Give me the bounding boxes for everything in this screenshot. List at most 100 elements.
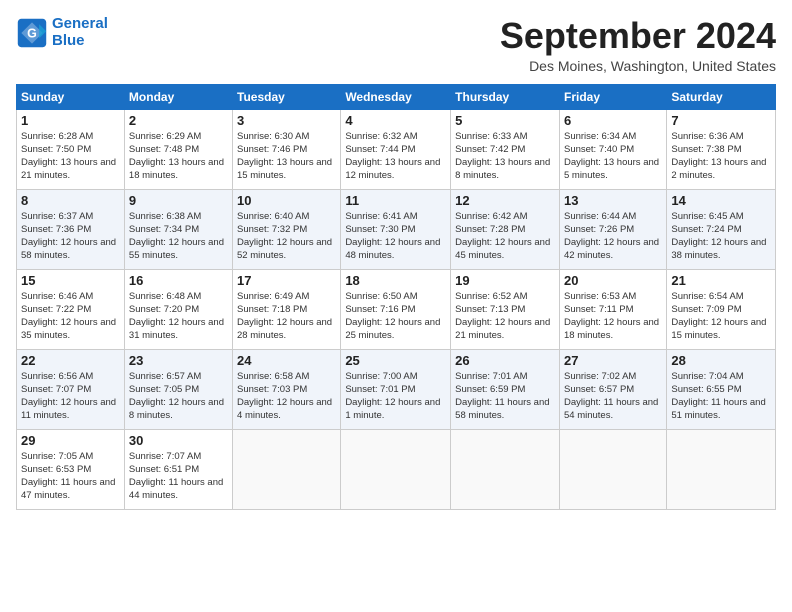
logo-text: General Blue xyxy=(52,16,108,49)
cell-content: Sunrise: 6:40 AMSunset: 7:32 PMDaylight:… xyxy=(237,211,332,262)
cell-content: Sunrise: 6:28 AMSunset: 7:50 PMDaylight:… xyxy=(21,131,116,182)
calendar-header-row: Sunday Monday Tuesday Wednesday Thursday… xyxy=(17,84,776,109)
col-sunday: Sunday xyxy=(17,84,125,109)
table-row: 19 Sunrise: 6:52 AMSunset: 7:13 PMDaylig… xyxy=(451,269,560,349)
day-number: 17 xyxy=(237,273,336,288)
col-thursday: Thursday xyxy=(451,84,560,109)
table-row: 21 Sunrise: 6:54 AMSunset: 7:09 PMDaylig… xyxy=(667,269,776,349)
day-number: 8 xyxy=(21,193,120,208)
cell-content: Sunrise: 6:42 AMSunset: 7:28 PMDaylight:… xyxy=(455,211,550,262)
table-row: 26 Sunrise: 7:01 AMSunset: 6:59 PMDaylig… xyxy=(451,349,560,429)
day-number: 18 xyxy=(345,273,446,288)
table-row: 28 Sunrise: 7:04 AMSunset: 6:55 PMDaylig… xyxy=(667,349,776,429)
day-number: 4 xyxy=(345,113,446,128)
table-row xyxy=(667,429,776,509)
day-number: 14 xyxy=(671,193,771,208)
page-container: G General Blue September 2024 Des Moines… xyxy=(0,0,792,518)
cell-content: Sunrise: 6:41 AMSunset: 7:30 PMDaylight:… xyxy=(345,211,440,262)
table-row: 17 Sunrise: 6:49 AMSunset: 7:18 PMDaylig… xyxy=(233,269,341,349)
table-row: 29 Sunrise: 7:05 AMSunset: 6:53 PMDaylig… xyxy=(17,429,125,509)
cell-content: Sunrise: 7:00 AMSunset: 7:01 PMDaylight:… xyxy=(345,371,440,422)
day-number: 27 xyxy=(564,353,662,368)
calendar-table: Sunday Monday Tuesday Wednesday Thursday… xyxy=(16,84,776,510)
day-number: 3 xyxy=(237,113,336,128)
page-header: G General Blue September 2024 Des Moines… xyxy=(16,16,776,74)
day-number: 6 xyxy=(564,113,662,128)
table-row: 18 Sunrise: 6:50 AMSunset: 7:16 PMDaylig… xyxy=(341,269,451,349)
day-number: 25 xyxy=(345,353,446,368)
day-number: 15 xyxy=(21,273,120,288)
table-row: 4 Sunrise: 6:32 AMSunset: 7:44 PMDayligh… xyxy=(341,109,451,189)
table-row xyxy=(451,429,560,509)
day-number: 30 xyxy=(129,433,228,448)
day-number: 16 xyxy=(129,273,228,288)
day-number: 11 xyxy=(345,193,446,208)
logo-icon: G xyxy=(16,17,48,49)
cell-content: Sunrise: 7:04 AMSunset: 6:55 PMDaylight:… xyxy=(671,371,765,422)
day-number: 23 xyxy=(129,353,228,368)
cell-content: Sunrise: 6:37 AMSunset: 7:36 PMDaylight:… xyxy=(21,211,116,262)
cell-content: Sunrise: 7:01 AMSunset: 6:59 PMDaylight:… xyxy=(455,371,549,422)
title-section: September 2024 Des Moines, Washington, U… xyxy=(500,16,776,74)
table-row: 23 Sunrise: 6:57 AMSunset: 7:05 PMDaylig… xyxy=(124,349,232,429)
table-row: 27 Sunrise: 7:02 AMSunset: 6:57 PMDaylig… xyxy=(559,349,666,429)
day-number: 12 xyxy=(455,193,555,208)
table-row: 9 Sunrise: 6:38 AMSunset: 7:34 PMDayligh… xyxy=(124,189,232,269)
day-number: 10 xyxy=(237,193,336,208)
calendar-row: 29 Sunrise: 7:05 AMSunset: 6:53 PMDaylig… xyxy=(17,429,776,509)
table-row: 2 Sunrise: 6:29 AMSunset: 7:48 PMDayligh… xyxy=(124,109,232,189)
cell-content: Sunrise: 7:05 AMSunset: 6:53 PMDaylight:… xyxy=(21,451,115,502)
table-row: 14 Sunrise: 6:45 AMSunset: 7:24 PMDaylig… xyxy=(667,189,776,269)
table-row xyxy=(233,429,341,509)
cell-content: Sunrise: 6:46 AMSunset: 7:22 PMDaylight:… xyxy=(21,291,116,342)
table-row: 7 Sunrise: 6:36 AMSunset: 7:38 PMDayligh… xyxy=(667,109,776,189)
cell-content: Sunrise: 6:49 AMSunset: 7:18 PMDaylight:… xyxy=(237,291,332,342)
day-number: 1 xyxy=(21,113,120,128)
calendar-row: 22 Sunrise: 6:56 AMSunset: 7:07 PMDaylig… xyxy=(17,349,776,429)
cell-content: Sunrise: 6:53 AMSunset: 7:11 PMDaylight:… xyxy=(564,291,659,342)
table-row: 8 Sunrise: 6:37 AMSunset: 7:36 PMDayligh… xyxy=(17,189,125,269)
col-tuesday: Tuesday xyxy=(233,84,341,109)
cell-content: Sunrise: 6:38 AMSunset: 7:34 PMDaylight:… xyxy=(129,211,224,262)
table-row xyxy=(559,429,666,509)
table-row: 22 Sunrise: 6:56 AMSunset: 7:07 PMDaylig… xyxy=(17,349,125,429)
cell-content: Sunrise: 6:57 AMSunset: 7:05 PMDaylight:… xyxy=(129,371,224,422)
cell-content: Sunrise: 6:32 AMSunset: 7:44 PMDaylight:… xyxy=(345,131,440,182)
calendar-row: 8 Sunrise: 6:37 AMSunset: 7:36 PMDayligh… xyxy=(17,189,776,269)
table-row: 15 Sunrise: 6:46 AMSunset: 7:22 PMDaylig… xyxy=(17,269,125,349)
day-number: 13 xyxy=(564,193,662,208)
table-row: 6 Sunrise: 6:34 AMSunset: 7:40 PMDayligh… xyxy=(559,109,666,189)
table-row: 24 Sunrise: 6:58 AMSunset: 7:03 PMDaylig… xyxy=(233,349,341,429)
table-row: 20 Sunrise: 6:53 AMSunset: 7:11 PMDaylig… xyxy=(559,269,666,349)
day-number: 9 xyxy=(129,193,228,208)
col-wednesday: Wednesday xyxy=(341,84,451,109)
logo: G General Blue xyxy=(16,16,108,49)
location: Des Moines, Washington, United States xyxy=(500,58,776,74)
day-number: 22 xyxy=(21,353,120,368)
day-number: 5 xyxy=(455,113,555,128)
cell-content: Sunrise: 6:36 AMSunset: 7:38 PMDaylight:… xyxy=(671,131,766,182)
day-number: 29 xyxy=(21,433,120,448)
col-saturday: Saturday xyxy=(667,84,776,109)
table-row: 16 Sunrise: 6:48 AMSunset: 7:20 PMDaylig… xyxy=(124,269,232,349)
cell-content: Sunrise: 6:34 AMSunset: 7:40 PMDaylight:… xyxy=(564,131,659,182)
table-row: 10 Sunrise: 6:40 AMSunset: 7:32 PMDaylig… xyxy=(233,189,341,269)
day-number: 2 xyxy=(129,113,228,128)
cell-content: Sunrise: 6:44 AMSunset: 7:26 PMDaylight:… xyxy=(564,211,659,262)
cell-content: Sunrise: 6:33 AMSunset: 7:42 PMDaylight:… xyxy=(455,131,550,182)
cell-content: Sunrise: 6:54 AMSunset: 7:09 PMDaylight:… xyxy=(671,291,766,342)
cell-content: Sunrise: 7:02 AMSunset: 6:57 PMDaylight:… xyxy=(564,371,658,422)
cell-content: Sunrise: 6:30 AMSunset: 7:46 PMDaylight:… xyxy=(237,131,332,182)
cell-content: Sunrise: 6:29 AMSunset: 7:48 PMDaylight:… xyxy=(129,131,224,182)
day-number: 26 xyxy=(455,353,555,368)
month-title: September 2024 xyxy=(500,16,776,56)
day-number: 19 xyxy=(455,273,555,288)
calendar-row: 1 Sunrise: 6:28 AMSunset: 7:50 PMDayligh… xyxy=(17,109,776,189)
calendar-row: 15 Sunrise: 6:46 AMSunset: 7:22 PMDaylig… xyxy=(17,269,776,349)
day-number: 7 xyxy=(671,113,771,128)
table-row: 30 Sunrise: 7:07 AMSunset: 6:51 PMDaylig… xyxy=(124,429,232,509)
table-row: 12 Sunrise: 6:42 AMSunset: 7:28 PMDaylig… xyxy=(451,189,560,269)
table-row: 25 Sunrise: 7:00 AMSunset: 7:01 PMDaylig… xyxy=(341,349,451,429)
cell-content: Sunrise: 7:07 AMSunset: 6:51 PMDaylight:… xyxy=(129,451,223,502)
col-friday: Friday xyxy=(559,84,666,109)
